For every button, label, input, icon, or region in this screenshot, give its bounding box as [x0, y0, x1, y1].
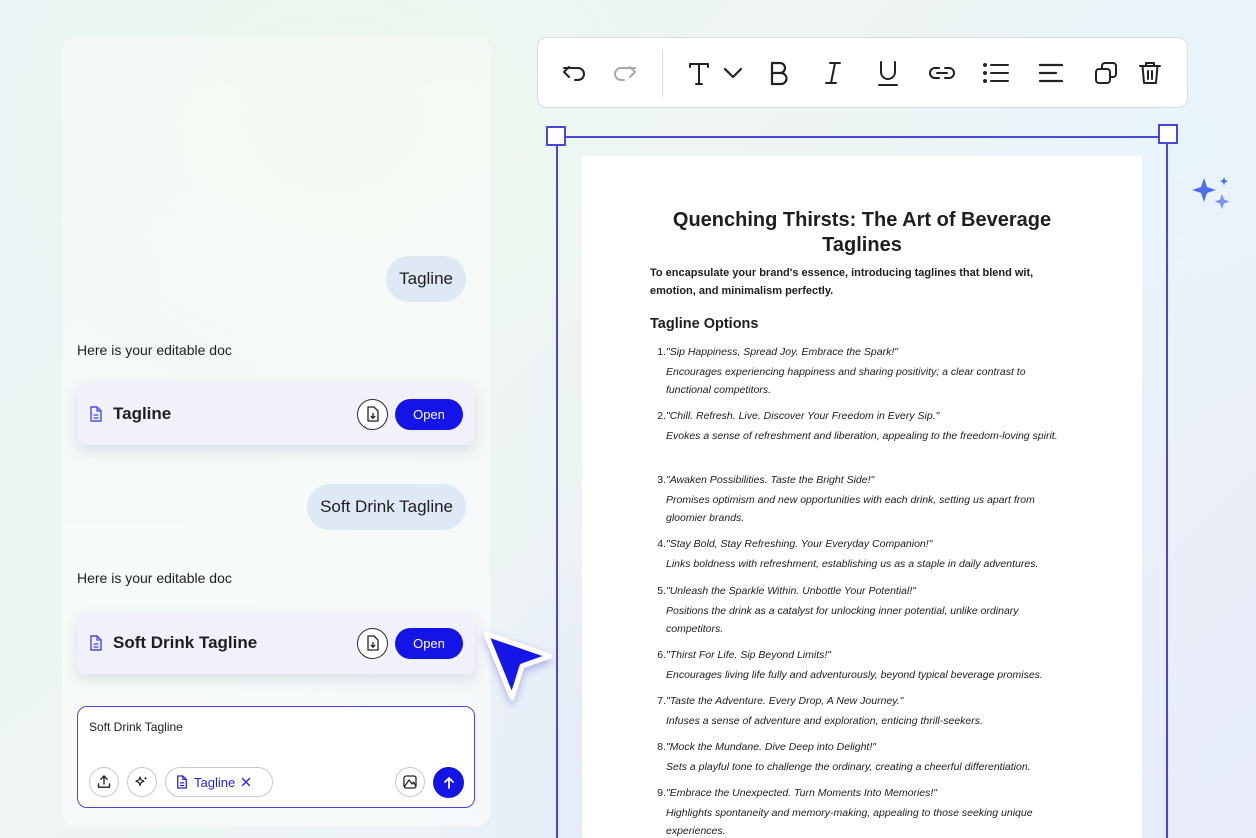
toolbar-divider	[662, 50, 663, 97]
duplicate-button[interactable]	[1091, 58, 1121, 88]
section-heading: Tagline Options	[650, 316, 759, 332]
bold-button[interactable]	[764, 58, 794, 88]
attachment-chip-label: Tagline	[194, 774, 236, 790]
editor-toolbar	[537, 37, 1188, 108]
resize-handle-top-right[interactable]	[1158, 124, 1178, 144]
option-number: 8.	[657, 741, 666, 753]
send-button[interactable]	[433, 767, 464, 798]
option-tagline: "Embrace the Unexpected. Turn Moments In…	[666, 787, 938, 799]
doc-card[interactable]: Tagline Open	[77, 383, 475, 445]
ai-enhance-button[interactable]	[127, 767, 157, 797]
option-description: Sets a playful tone to challenge the ord…	[666, 761, 1031, 773]
italic-icon	[825, 62, 841, 84]
text-style-button[interactable]	[684, 58, 714, 88]
option-description: Highlights spontaneity and memory-making…	[666, 807, 1033, 837]
image-icon	[403, 775, 417, 789]
option-number: 3.	[657, 474, 666, 486]
duplicate-icon	[1095, 62, 1117, 84]
option-description: Encourages living life fully and adventu…	[666, 669, 1043, 681]
document-icon	[89, 635, 105, 651]
image-attach-button[interactable]	[395, 767, 425, 797]
option-number: 9.	[657, 787, 666, 799]
underline-icon	[878, 61, 898, 86]
option-tagline: "Chill. Refresh. Live. Discover Your Fre…	[666, 410, 940, 422]
chat-panel: Tagline Here is your editable doc Taglin…	[62, 36, 490, 826]
option-description: Infuses a sense of adventure and explora…	[666, 715, 983, 727]
redo-button[interactable]	[609, 58, 639, 88]
link-button[interactable]	[927, 58, 957, 88]
chevron-down-icon	[723, 67, 743, 79]
open-doc-button[interactable]: Open	[395, 398, 463, 430]
text-style-dropdown[interactable]	[718, 58, 748, 88]
align-icon	[1038, 63, 1064, 83]
message-composer[interactable]: Soft Drink Tagline Tagline	[77, 706, 475, 808]
option-description: Positions the drink as a catalyst for un…	[666, 605, 1019, 635]
doc-card[interactable]: Soft Drink Tagline Open	[77, 612, 475, 674]
option-description: Encourages experiencing happiness and sh…	[666, 366, 1026, 396]
align-button[interactable]	[1036, 58, 1066, 88]
option-tagline: "Unleash the Sparkle Within. Unbottle Yo…	[666, 585, 916, 597]
close-icon[interactable]	[241, 777, 251, 787]
doc-card-title: Soft Drink Tagline	[113, 633, 258, 652]
option-tagline: "Taste the Adventure. Every Drop, A New …	[666, 695, 904, 707]
download-doc-button[interactable]	[357, 627, 388, 659]
composer-input[interactable]: Soft Drink Tagline	[89, 720, 183, 734]
option-description: Evokes a sense of refreshment and libera…	[666, 430, 1058, 442]
option-number: 4.	[657, 538, 666, 550]
document-icon	[89, 406, 105, 422]
user-message-bubble: Tagline	[386, 256, 466, 302]
document-icon	[177, 775, 187, 789]
document-intro: To encapsulate your brand's essence, int…	[650, 267, 1034, 297]
option-tagline: "Awaken Possibilities. Taste the Bright …	[666, 474, 875, 486]
redo-icon	[614, 66, 636, 81]
bullet-list-icon	[983, 63, 1009, 83]
upload-icon	[97, 775, 111, 788]
resize-handle-top-left[interactable]	[546, 126, 566, 146]
underline-button[interactable]	[873, 58, 903, 88]
option-description: Links boldness with refreshment, establi…	[666, 558, 1039, 570]
assistant-message-text: Here is your editable doc	[77, 570, 232, 586]
option-tagline: "Mock the Mundane. Dive Deep into Deligh…	[666, 741, 876, 753]
option-number: 5.	[657, 585, 666, 597]
open-doc-button[interactable]: Open	[395, 627, 463, 659]
link-icon	[929, 67, 955, 79]
delete-icon	[1139, 62, 1161, 84]
download-doc-button[interactable]	[357, 398, 388, 430]
arrow-up-icon	[443, 776, 454, 789]
document-title: Quenching Thirsts: The Art of Beverage T…	[672, 209, 1052, 256]
delete-button[interactable]	[1135, 58, 1165, 88]
user-message-bubble: Soft Drink Tagline	[307, 484, 466, 530]
assistant-message-text: Here is your editable doc	[77, 342, 232, 358]
option-number: 7.	[657, 695, 666, 707]
upload-button[interactable]	[89, 767, 119, 797]
text-style-icon	[689, 63, 709, 85]
sparkle-icon	[1192, 177, 1230, 209]
option-tagline: "Stay Bold, Stay Refreshing. Your Everyd…	[666, 538, 933, 550]
undo-icon	[563, 66, 585, 81]
bold-icon	[770, 61, 788, 86]
undo-button[interactable]	[560, 58, 590, 88]
download-icon	[366, 406, 379, 422]
option-description: Promises optimism and new opportunities …	[666, 494, 1035, 524]
option-number: 1.	[657, 346, 666, 358]
option-number: 2.	[657, 410, 666, 422]
attachment-chip[interactable]: Tagline	[165, 767, 273, 797]
download-icon	[366, 635, 379, 651]
document-page[interactable]: Quenching Thirsts: The Art of Beverage T…	[582, 156, 1142, 838]
doc-card-title: Tagline	[113, 404, 172, 423]
cursor-pointer-icon	[483, 631, 553, 701]
bullet-list-button[interactable]	[981, 58, 1011, 88]
option-tagline: "Sip Happiness, Spread Joy. Embrace the …	[666, 346, 898, 358]
option-number: 6.	[657, 649, 666, 661]
sparkle-icon	[135, 776, 148, 786]
italic-button[interactable]	[818, 58, 848, 88]
option-tagline: "Thirst For Life. Sip Beyond Limits!"	[666, 649, 832, 661]
